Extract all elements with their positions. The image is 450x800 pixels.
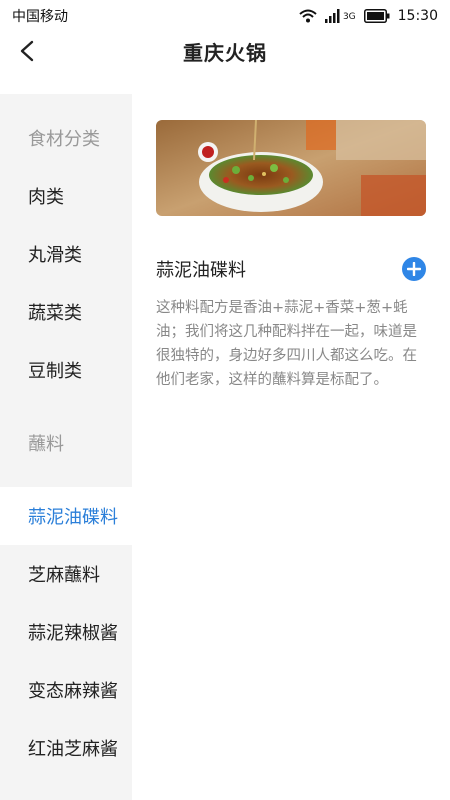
sauce-description: 这种料配方是香油+蒜泥+香菜+葱+蚝油；我们将这几种配料拌在一起，味道是很独特的… xyxy=(156,300,417,388)
carrier-name: 中国移动 xyxy=(12,9,68,25)
back-button[interactable] xyxy=(12,36,42,66)
sauce-item-row: 蒜泥油碟料 xyxy=(156,256,426,282)
network-type: 3G xyxy=(342,12,356,22)
status-icons: 3G 15:30 xyxy=(299,8,438,24)
sidebar-item-tofu[interactable]: 豆制类 xyxy=(0,341,132,399)
sidebar-section-sauces: 蘸料 xyxy=(28,434,64,455)
page-title: 重庆火锅 xyxy=(183,40,267,65)
detail-panel: 蒜泥油碟料 这种料配方是香油+蒜泥+香菜+葱+蚝油；我们将这几种配料拌在一起，味… xyxy=(156,120,426,392)
sidebar-section-ingredients: 食材分类 xyxy=(28,129,100,150)
chevron-left-icon xyxy=(20,40,34,62)
sidebar-item-sesame-dip[interactable]: 芝麻蘸料 xyxy=(0,545,132,603)
battery-icon xyxy=(363,9,390,23)
plus-icon xyxy=(407,262,421,276)
sidebar-item-red-oil-sesame[interactable]: 红油芝麻酱 xyxy=(0,719,132,777)
clock: 15:30 xyxy=(397,8,438,24)
sauce-title: 蒜泥油碟料 xyxy=(156,260,246,281)
category-sidebar: 食材分类 肉类 丸滑类 蔬菜类 豆制类 蘸料 蒜泥油碟料 芝麻蘸料 蒜泥辣椒酱 … xyxy=(0,94,132,800)
sidebar-item-spicy-sauce[interactable]: 变态麻辣酱 xyxy=(0,661,132,719)
add-button[interactable] xyxy=(402,257,426,281)
sidebar-item-vegetables[interactable]: 蔬菜类 xyxy=(0,283,132,341)
sidebar-item-garlic-oil-dip[interactable]: 蒜泥油碟料 xyxy=(0,487,132,545)
sidebar-item-garlic-chili[interactable]: 蒜泥辣椒酱 xyxy=(0,603,132,661)
signal-icon xyxy=(324,9,341,23)
sidebar-item-balls[interactable]: 丸滑类 xyxy=(0,225,132,283)
app-header: 重庆火锅 xyxy=(0,32,450,70)
status-bar: 中国移动 3G 15:30 xyxy=(0,0,450,32)
sidebar-item-meat[interactable]: 肉类 xyxy=(0,167,132,225)
dish-photo xyxy=(156,120,426,216)
wifi-icon xyxy=(299,9,317,23)
